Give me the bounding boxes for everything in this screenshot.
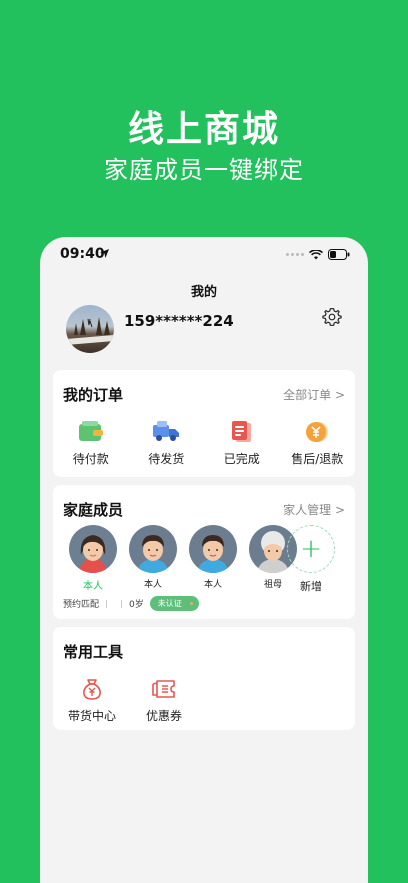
phone-screen: 09:40 我的 159******224 我的订单 全部订单 > 待付款 待发…: [40, 237, 368, 883]
member-age: 0岁: [129, 600, 144, 610]
all-orders-link[interactable]: 全部订单 >: [283, 386, 345, 403]
unverified-badge[interactable]: 未认证: [149, 596, 199, 611]
document-icon: [231, 421, 251, 442]
tools-title: 常用工具: [63, 643, 124, 661]
wallet-icon: [78, 421, 103, 441]
badge-dot-icon: [189, 602, 193, 605]
order-after-sales[interactable]: 售后/退款: [280, 418, 356, 467]
plus-icon: +: [300, 534, 322, 564]
family-card: 家庭成员 家人管理 > 本人 本人 本人 祖母 + 新增 预约匹配 0岁 未认证: [53, 485, 355, 619]
tools-card: 常用工具 带货中心 优惠券: [53, 627, 355, 730]
signal-icon: [286, 253, 304, 256]
location-arrow-icon: [100, 249, 109, 258]
family-member-list: 本人 本人 本人 祖母: [63, 525, 303, 592]
appointment-match-label: 预约匹配: [63, 600, 100, 610]
avatar[interactable]: [66, 305, 114, 353]
orders-card: 我的订单 全部订单 > 待付款 待发货 已完成 售后/退款: [53, 370, 355, 477]
promo-subline: 家庭成员一键绑定: [104, 156, 304, 184]
coin-icon: [306, 422, 329, 442]
tool-label: 带货中心: [67, 709, 116, 723]
gear-icon[interactable]: [322, 307, 342, 327]
family-member-self[interactable]: 本人: [63, 525, 123, 592]
promo-headline: 线上商城: [127, 109, 280, 150]
member-name: 本人: [83, 581, 103, 592]
battery-icon: [328, 249, 350, 260]
page-title: 我的: [190, 285, 217, 300]
member-info-row: 预约匹配 0岁 未认证: [63, 596, 199, 611]
status-indicators: [286, 249, 350, 260]
member-name: 本人: [143, 580, 162, 590]
avatar-man: [189, 525, 237, 573]
member-name: 本人: [203, 580, 222, 590]
badge-label: 未认证: [157, 599, 182, 608]
avatar-photo: [66, 317, 114, 345]
order-pending-shipment[interactable]: 待发货: [129, 418, 205, 467]
order-pending-payment[interactable]: 待付款: [53, 418, 129, 467]
tool-coupons[interactable]: 优惠券: [137, 675, 191, 724]
wifi-icon: [309, 249, 323, 259]
tool-sales-center[interactable]: 带货中心: [65, 675, 119, 724]
add-member-label: 新增: [300, 580, 322, 593]
order-item-label: 待付款: [72, 452, 109, 466]
family-title: 家庭成员: [63, 501, 124, 519]
family-member[interactable]: 本人: [183, 525, 243, 592]
money-bag-icon: [83, 679, 101, 700]
divider: [106, 599, 108, 608]
orders-title: 我的订单: [63, 386, 124, 404]
tools-list: 带货中心 优惠券: [65, 675, 191, 724]
status-bar: 09:40: [40, 237, 368, 271]
profile-header[interactable]: 159******224: [66, 305, 234, 353]
add-member-button[interactable]: +: [287, 525, 335, 573]
order-item-label: 已完成: [223, 452, 260, 466]
coupon-icon: [152, 680, 175, 698]
divider: [121, 599, 123, 608]
order-status-row: 待付款 待发货 已完成 售后/退款: [53, 418, 355, 467]
order-item-label: 售后/退款: [291, 452, 344, 466]
order-completed[interactable]: 已完成: [204, 418, 280, 467]
order-item-label: 待发货: [148, 452, 185, 466]
tool-label: 优惠券: [145, 709, 182, 723]
status-time: 09:40: [60, 246, 105, 262]
truck-icon: [153, 421, 180, 441]
phone-number: 159******224: [124, 312, 234, 330]
avatar-woman: [69, 525, 117, 573]
family-manage-link[interactable]: 家人管理 >: [283, 501, 345, 518]
family-member[interactable]: 本人: [123, 525, 183, 592]
avatar-man: [129, 525, 177, 573]
